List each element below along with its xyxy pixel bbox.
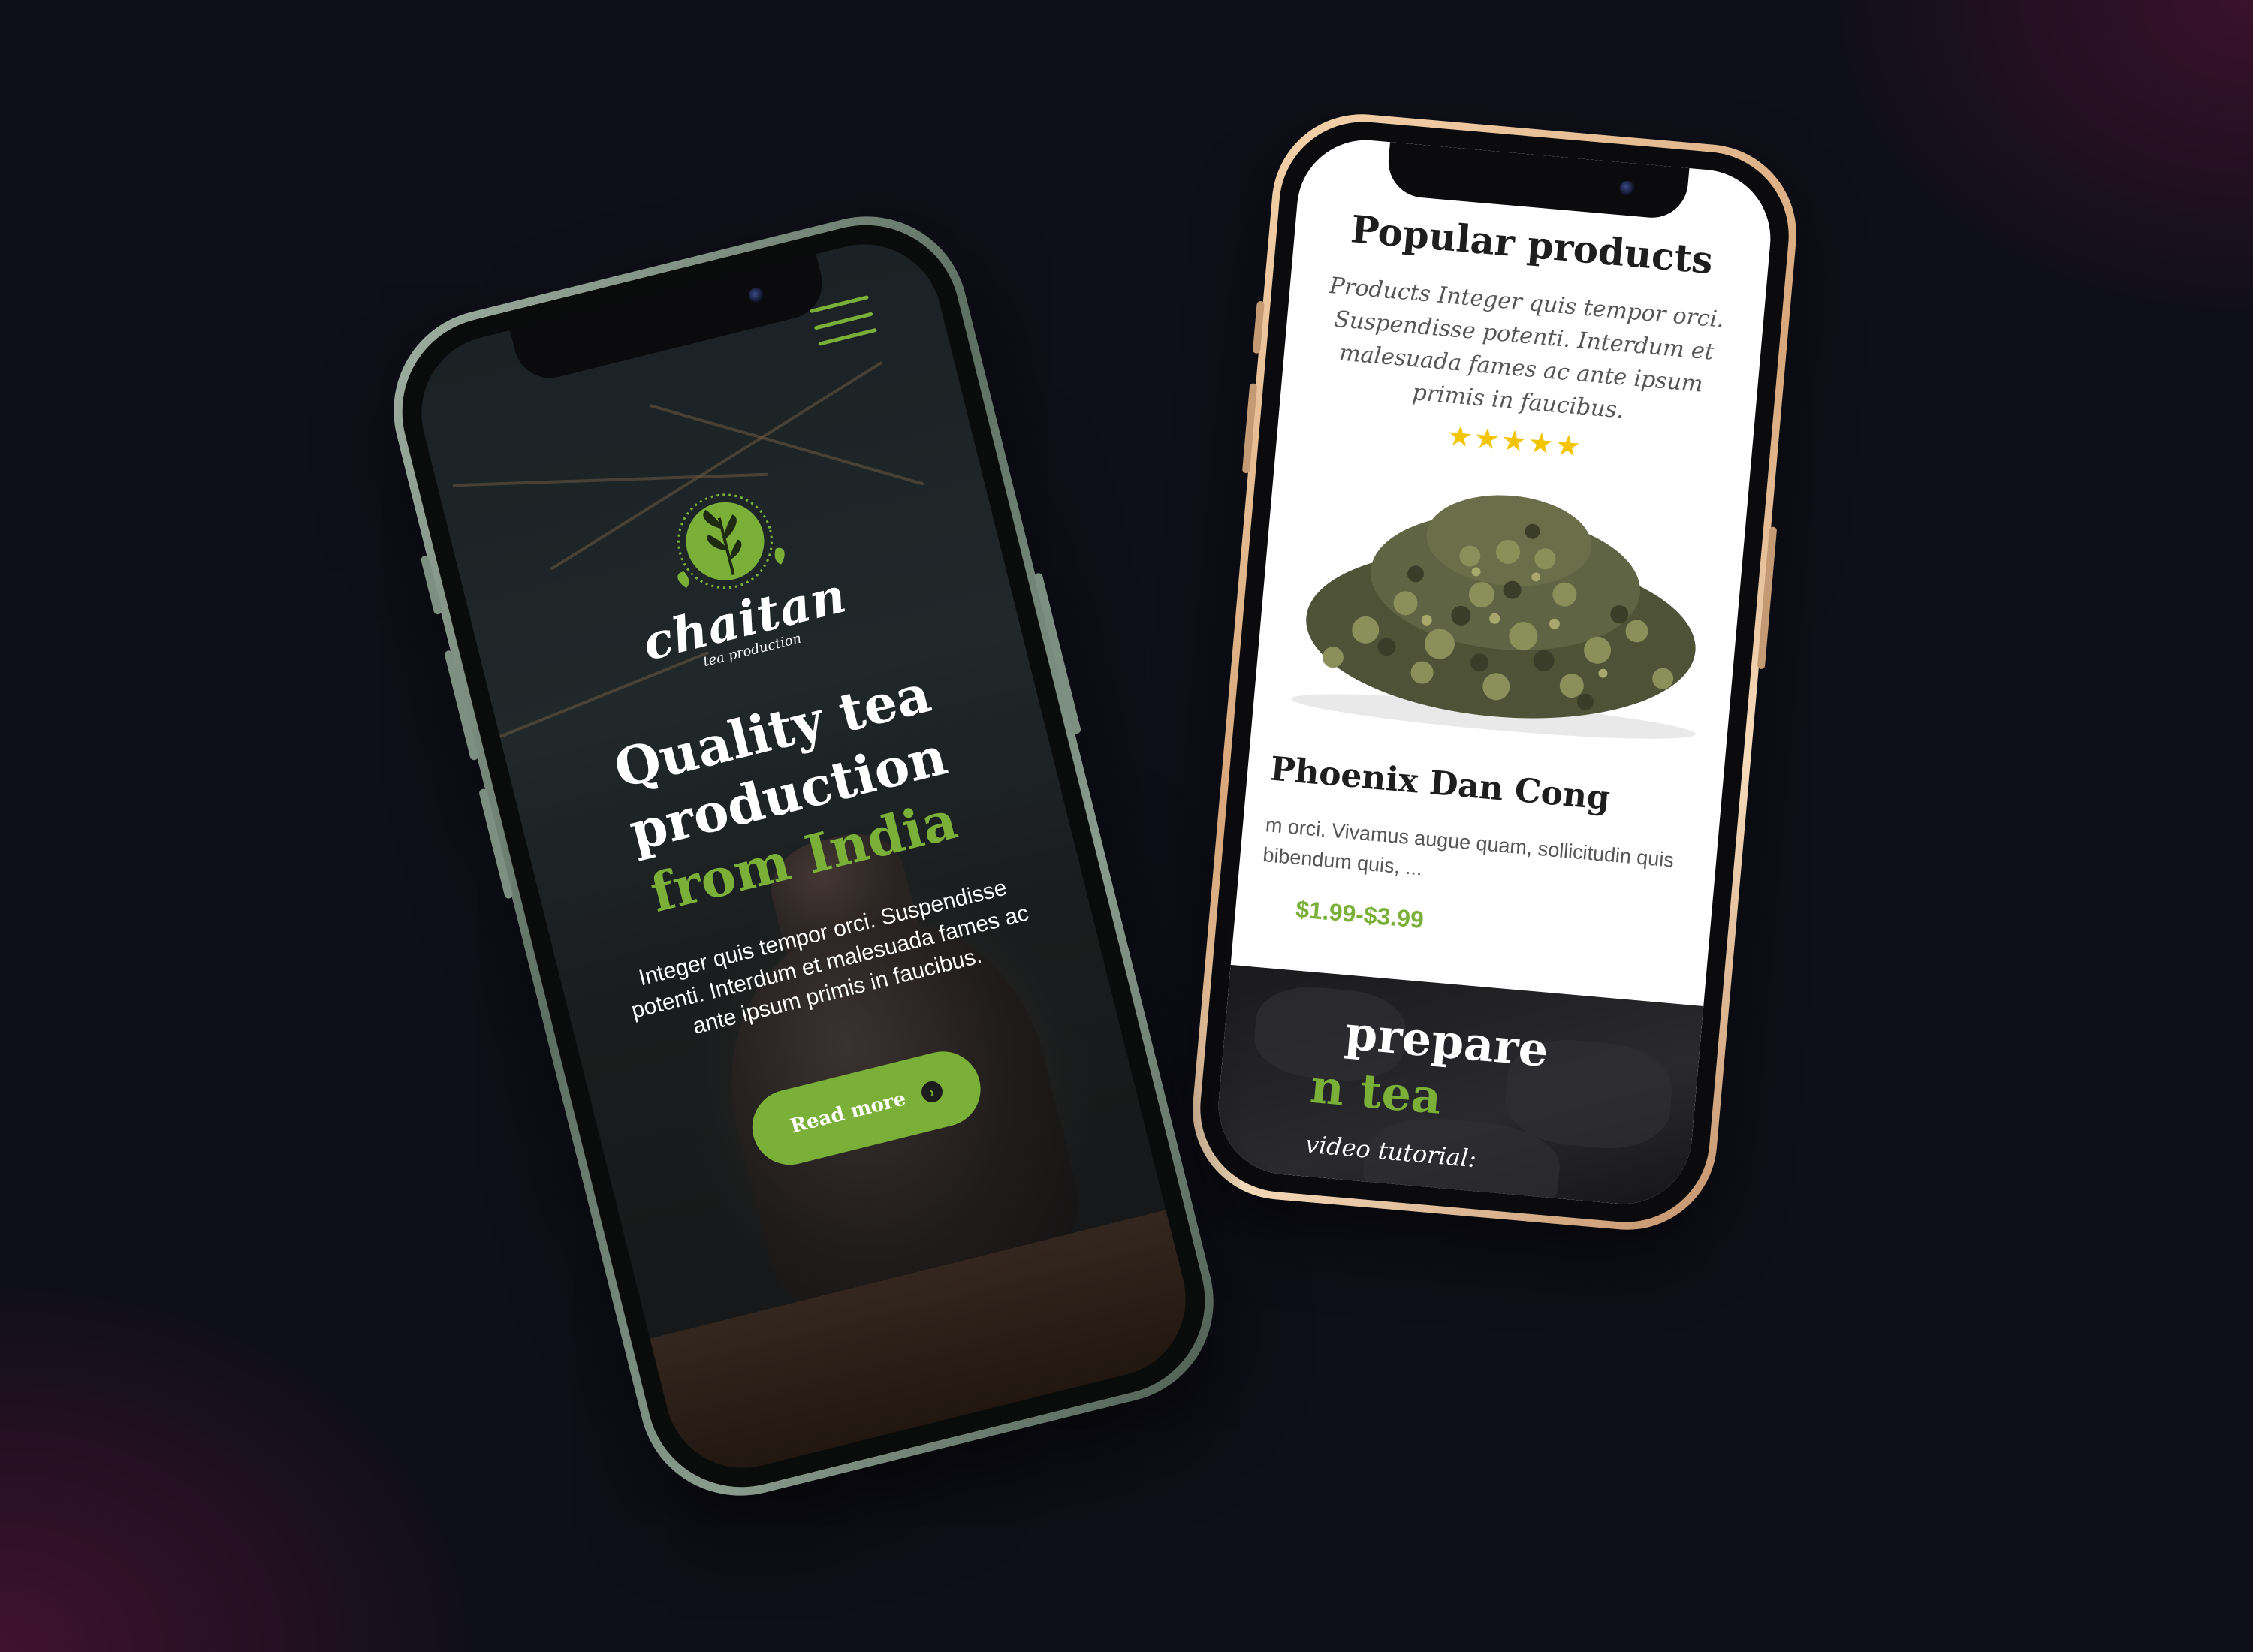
- product-name[interactable]: Phoenix Dan Cong: [1268, 750, 1700, 826]
- read-more-label: Read more: [788, 1087, 909, 1138]
- chevron-right-icon: ›: [918, 1079, 945, 1105]
- product-image[interactable]: [1267, 450, 1739, 758]
- front-phone-mockup: chaitan tea production Quality tea produ…: [372, 194, 1235, 1518]
- product-description: m orci. Vivamus augue quam, sollicitudin…: [1262, 813, 1675, 880]
- camera-icon: [747, 285, 766, 305]
- video-section-title-accent: n tea: [1307, 1058, 1444, 1125]
- product-price: $1.99-$3.99: [1294, 895, 1425, 933]
- hamburger-icon[interactable]: [810, 295, 877, 346]
- phone-screen: Popular products Products Integer quis t…: [1212, 134, 1777, 1210]
- brand-logo[interactable]: chaitan tea production: [603, 462, 864, 686]
- camera-icon: [1618, 180, 1636, 197]
- back-phone-mockup: Popular products Products Integer quis t…: [1185, 107, 1804, 1237]
- video-section-background: [1212, 964, 1704, 1210]
